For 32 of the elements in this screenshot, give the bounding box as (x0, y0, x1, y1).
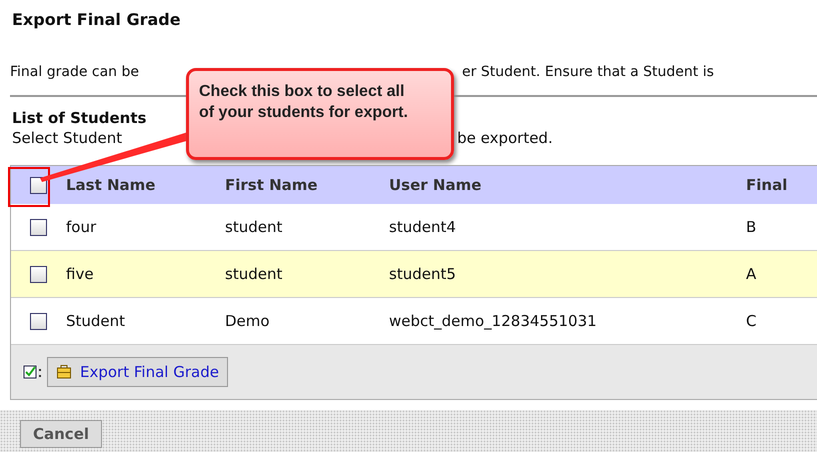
table-cell-text: B (746, 218, 758, 236)
cancel-button[interactable]: Cancel (20, 420, 102, 448)
description-text: er Student. Ensure that a Student is (462, 64, 714, 80)
checkbox[interactable] (30, 218, 47, 236)
column-header[interactable]: Final (746, 176, 806, 194)
callout-note: Check this box to select all of your students for export. (186, 68, 454, 160)
table-cell-text: five (66, 265, 95, 283)
checked-box-icon (23, 364, 43, 380)
table-cell-text: student (225, 218, 284, 236)
column-header[interactable]: User Name (389, 176, 746, 194)
column-header[interactable]: First Name (225, 176, 389, 194)
table-cell-text: Student (66, 312, 126, 330)
table-cell-text: student5 (389, 265, 457, 283)
table-cell-text: four (66, 218, 98, 236)
section-heading: List of Students (12, 109, 146, 127)
table-cell-text: student (225, 265, 284, 283)
table-cell-text: A (746, 265, 758, 283)
briefcase-icon (56, 364, 72, 380)
page-title: Export Final Grade (11, 9, 182, 31)
table-cell-text: Demo (225, 312, 271, 330)
checkbox[interactable] (30, 312, 47, 330)
table-cell-text: student4 (389, 218, 457, 236)
hint-text: Select Student (12, 129, 122, 147)
table-row[interactable]: five student student5 A (11, 251, 817, 298)
description-text: Final grade can be (10, 64, 139, 80)
hint-text: be exported. (457, 129, 553, 147)
highlight-frame (8, 167, 50, 207)
checkbox[interactable] (30, 266, 47, 282)
column-header[interactable]: Last Name (66, 176, 225, 194)
table-cell-text: C (746, 312, 758, 330)
table-cell-text: webct_demo_12834551031 (389, 312, 598, 330)
export-button[interactable]: Export Final Grade (47, 357, 228, 387)
